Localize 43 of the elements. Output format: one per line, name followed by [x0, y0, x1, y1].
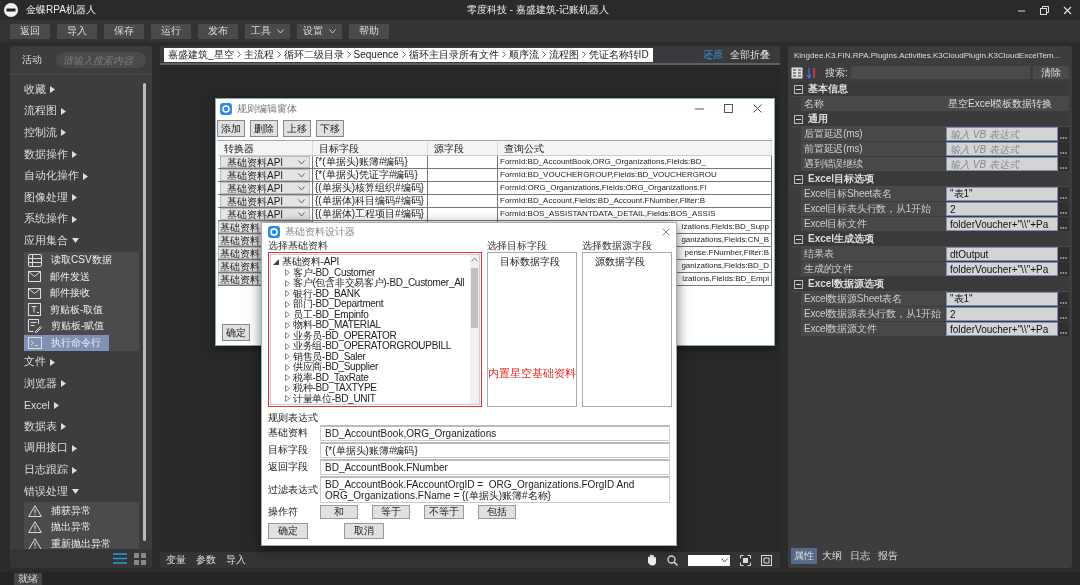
dialog-title: 规则编辑窗体: [237, 101, 297, 116]
property-label: 生成的文件: [803, 262, 854, 276]
field-label: 基础资料: [268, 426, 309, 440]
panel-title: Kingdee.K3.FIN.RPA.Plugins.Activities.K3CloudPlugin.K3CloudExcelTem...: [793, 50, 1062, 62]
property-label: 结果表: [803, 247, 835, 261]
app-name: 金蝶RPA机器人: [26, 3, 96, 17]
table-cell: {(单据头)核算组织#编码}: [313, 182, 428, 195]
search-label: 搜索:: [825, 65, 848, 80]
status-text: 就绪: [14, 572, 42, 585]
property-label: Excel数据源表头行数，从1开始: [803, 307, 942, 321]
annotation-text: 内置星空基础资料: [488, 366, 576, 381]
table-cell: FormId:BD_Account,Fields:BD_Account.FNumber,Filter:B: [498, 195, 772, 208]
table-cell: {(单据体)工程项目#编码}: [313, 208, 428, 221]
field-label: 过滤表达式: [268, 482, 319, 497]
property-label: Excel数据源Sheet表名: [803, 292, 903, 306]
table-cell: FormId:BD_AccountBook,ORG_Organizations,Fields:BD_: [498, 156, 772, 169]
property-label: 名称: [803, 97, 825, 111]
property-label: Excel目标文件: [803, 217, 868, 231]
field-label: 目标字段: [268, 443, 309, 457]
property-label: 遇到错误继续: [803, 157, 864, 171]
column-header: 转换器: [218, 141, 313, 156]
property-label: Excel目标表头行数，从1开始: [803, 202, 932, 216]
table-cell: {(单据体)科目编码#编码}: [313, 195, 428, 208]
panel-title: 活动: [22, 53, 43, 67]
table-cell: FormId:ORG_Organizations,Fields:ORG_Organizations.Fl: [498, 182, 772, 195]
window-title: 零度科技 - 嘉盛建筑-记账机器人: [466, 3, 610, 17]
property-label: 后置延迟(ms): [803, 127, 864, 141]
field-label: 操作符: [268, 504, 299, 519]
field-label: 返回字段: [268, 460, 309, 474]
group-label: 规则表达式: [268, 411, 319, 424]
column-header: 目标字段: [313, 141, 428, 156]
property-value: 星空Excel模板数据转换: [947, 97, 1054, 111]
dialog-title: 基础资料设计器: [285, 224, 355, 239]
table-cell: {*(单据头)凭证字#编码}: [313, 169, 428, 182]
table-cell: {*(单据头)账簿#编码}: [313, 156, 428, 169]
property-label: 前置延迟(ms): [803, 142, 864, 156]
column-header: 源字段: [428, 141, 498, 156]
property-label: Excel目标Sheet表名: [803, 187, 893, 201]
table-cell: FormId:BOS_ASSISTANTDATA_DETAIL,Fields:BOS_ASSIS: [498, 208, 772, 221]
group-label: 选择基础资料: [268, 240, 329, 252]
property-label: Excel数据源文件: [803, 322, 878, 336]
table-cell: FormId:BD_VOUCHERGROUP,Fields:BD_VOUCHERGROU: [498, 169, 772, 182]
column-header: 查询公式: [498, 141, 772, 156]
